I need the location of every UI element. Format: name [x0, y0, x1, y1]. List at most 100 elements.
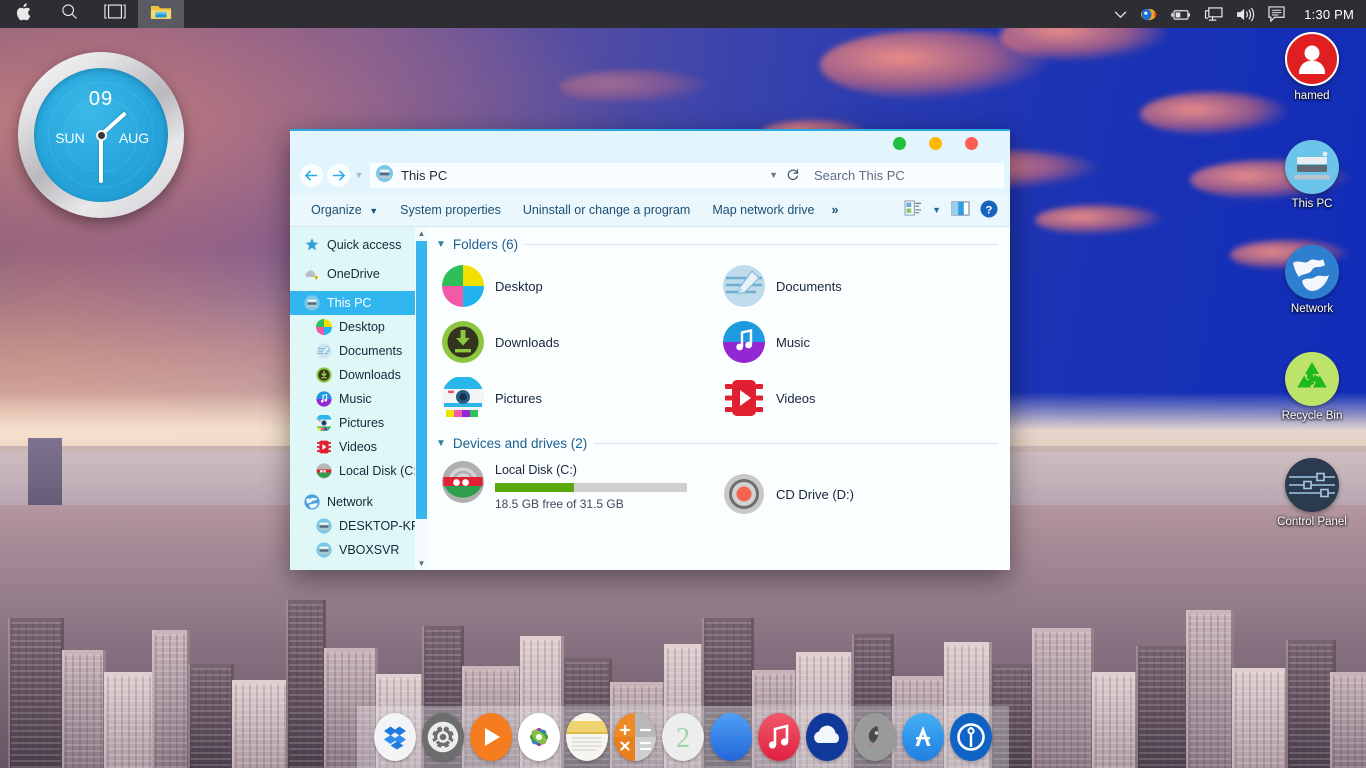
pictures-icon: [316, 415, 332, 431]
path-dropdown-caret[interactable]: ▼: [769, 170, 778, 180]
computer-icon: [316, 518, 332, 534]
apple-menu-button[interactable]: [0, 0, 46, 28]
collapse-caret-icon[interactable]: ▼: [436, 438, 446, 449]
toolbar-system-properties-button[interactable]: System properties: [389, 203, 512, 217]
dock: 2: [357, 706, 1009, 768]
address-bar: ▼ This PC ▼ Search This PC: [290, 156, 1010, 194]
item-label: Videos: [776, 391, 816, 406]
desktop-icon-this-pc[interactable]: This PC: [1266, 140, 1358, 211]
desktop-icon-network[interactable]: Network: [1266, 245, 1358, 316]
toolbar-overflow-button[interactable]: »: [825, 203, 844, 217]
cd-drive-row: CD Drive (D:): [723, 461, 854, 515]
dock-item-sketch[interactable]: 2: [662, 713, 704, 761]
speaker-icon[interactable]: [1236, 7, 1255, 22]
scroll-down-button[interactable]: ▼: [415, 557, 428, 570]
sidebar-item-label: This PC: [327, 296, 371, 310]
search-input[interactable]: Search This PC: [806, 163, 1004, 188]
desktop-icon-label: Recycle Bin: [1266, 410, 1358, 423]
sidebar-scrollbar[interactable]: ▲ ▼: [415, 227, 428, 570]
maximize-button[interactable]: [893, 137, 906, 150]
minimize-button[interactable]: [929, 137, 942, 150]
dock-item-calculator[interactable]: [614, 713, 656, 761]
scrollbar-thumb[interactable]: [416, 241, 427, 519]
preview-pane-icon[interactable]: [951, 200, 970, 220]
dock-item-settings[interactable]: [422, 713, 464, 761]
folders-grid: Desktop Docume: [436, 258, 998, 426]
sidebar-item-documents[interactable]: Documents: [290, 339, 428, 363]
item-cd-drive-d[interactable]: CD Drive (D:): [717, 457, 998, 515]
sidebar-item-music[interactable]: Music: [290, 387, 428, 411]
sidebar-item-this-pc[interactable]: This PC: [290, 291, 428, 315]
sidebar-item-videos[interactable]: Videos: [290, 435, 428, 459]
item-desktop[interactable]: Desktop: [436, 258, 717, 314]
network-monitor-icon[interactable]: [1204, 7, 1223, 22]
file-explorer-taskbar-button[interactable]: [138, 0, 184, 28]
toolbar-map-network-drive-button[interactable]: Map network drive: [701, 203, 825, 217]
dock-item-notes[interactable]: [566, 713, 608, 761]
desktop-icon: [316, 319, 332, 335]
dock-item-itunes[interactable]: [758, 713, 800, 761]
item-downloads[interactable]: Downloads: [436, 314, 717, 370]
dock-item-launchpad[interactable]: [854, 713, 896, 761]
documents-folder-icon: [723, 265, 765, 307]
item-documents[interactable]: Documents: [717, 258, 998, 314]
notification-icon[interactable]: [1268, 6, 1285, 22]
downloads-folder-icon: [442, 321, 484, 363]
sidebar-item-label: Network: [327, 495, 373, 509]
group-header-folders[interactable]: ▼ Folders (6): [436, 237, 998, 252]
battery-icon[interactable]: [1170, 8, 1191, 21]
dock-item-safari[interactable]: [710, 713, 752, 761]
sidebar-item-onedrive[interactable]: ! OneDrive: [290, 262, 428, 286]
pin-star-icon: [304, 237, 320, 253]
help-icon[interactable]: ?: [980, 200, 998, 221]
show-hidden-icons-button[interactable]: [1114, 10, 1127, 19]
colorful-app-icon[interactable]: [1140, 6, 1157, 23]
address-input[interactable]: This PC ▼: [370, 163, 806, 188]
item-local-disk-c[interactable]: Local Disk (C:) 18.5 GB free of 31.5 GB: [436, 457, 717, 515]
forward-button[interactable]: [327, 164, 350, 187]
file-list-content[interactable]: ▼ Folders (6) Desktop: [428, 227, 1010, 570]
item-videos[interactable]: Videos: [717, 370, 998, 426]
desktop-clock-widget[interactable]: 09 SUN AUG: [18, 52, 184, 218]
capacity-bar: [495, 483, 687, 492]
refresh-icon[interactable]: [786, 167, 800, 184]
sidebar-item-local-disk-c[interactable]: Local Disk (C:): [290, 459, 428, 483]
menubar-clock[interactable]: 1:30 PM: [1304, 7, 1354, 22]
desktop-icon-control-panel[interactable]: Control Panel: [1266, 458, 1358, 529]
item-pictures[interactable]: Pictures: [436, 370, 717, 426]
group-title: Folders (6): [453, 237, 518, 252]
dock-item-media-player[interactable]: [470, 713, 512, 761]
sidebar-item-desktop-kpt6f[interactable]: DESKTOP-KPT6F: [290, 514, 428, 538]
sidebar-item-desktop[interactable]: Desktop: [290, 315, 428, 339]
dock-item-1password[interactable]: [950, 713, 992, 761]
sidebar-item-network[interactable]: Network: [290, 490, 428, 514]
sidebar-item-pictures[interactable]: Pictures: [290, 411, 428, 435]
back-button[interactable]: [300, 164, 323, 187]
dock-item-dropbox[interactable]: [374, 713, 416, 761]
toolbar-organize-button[interactable]: Organize ▼: [300, 203, 389, 217]
spotlight-search-button[interactable]: [46, 0, 92, 28]
group-header-devices[interactable]: ▼ Devices and drives (2): [436, 436, 998, 451]
videos-folder-icon: [723, 377, 765, 419]
view-options-icon[interactable]: [904, 200, 922, 220]
sidebar-item-downloads[interactable]: Downloads: [290, 363, 428, 387]
address-path: This PC: [401, 168, 761, 183]
window-body: Quick access ! OneDrive: [290, 227, 1010, 570]
recent-locations-caret[interactable]: ▼: [350, 170, 368, 180]
desktop-icon-hamed[interactable]: hamed: [1266, 32, 1358, 103]
sidebar-item-quick-access[interactable]: Quick access: [290, 233, 428, 257]
desktop-icon-recycle-bin[interactable]: Recycle Bin: [1266, 352, 1358, 423]
toolbar-uninstall-button[interactable]: Uninstall or change a program: [512, 203, 701, 217]
close-button[interactable]: [965, 137, 978, 150]
window-titlebar[interactable]: [290, 131, 1010, 156]
dock-item-photos[interactable]: [518, 713, 560, 761]
user-icon: [1285, 32, 1339, 86]
scroll-up-button[interactable]: ▲: [415, 227, 428, 240]
sidebar-item-vboxsvr[interactable]: VBOXSVR: [290, 538, 428, 562]
dock-item-app-store[interactable]: [902, 713, 944, 761]
view-options-caret[interactable]: ▼: [932, 205, 941, 215]
task-view-button[interactable]: [92, 0, 138, 28]
collapse-caret-icon[interactable]: ▼: [436, 239, 446, 250]
item-music[interactable]: Music: [717, 314, 998, 370]
dock-item-onedrive[interactable]: [806, 713, 848, 761]
